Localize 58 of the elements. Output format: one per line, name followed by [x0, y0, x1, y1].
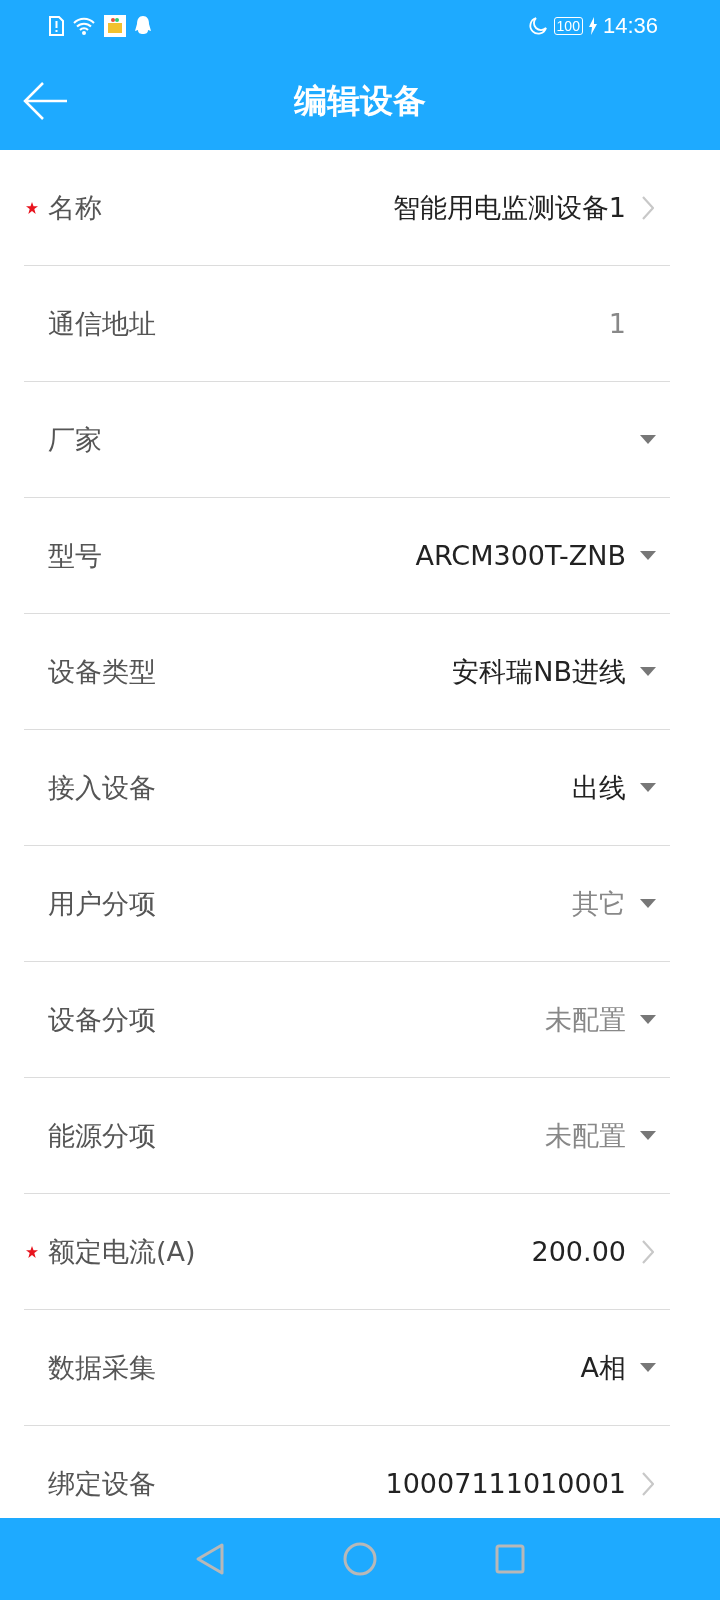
- chevron-right-icon: [642, 1239, 654, 1264]
- field-label: 数据采集: [48, 1350, 156, 1385]
- app-notification-icon: [104, 15, 126, 37]
- form-row[interactable]: 厂家: [24, 382, 670, 498]
- field-label: 能源分项: [48, 1118, 156, 1153]
- field-value: 未配置: [545, 1002, 626, 1037]
- field-value: A相: [580, 1350, 626, 1385]
- dropdown-triangle-icon: [640, 1015, 656, 1024]
- back-nav-icon[interactable]: [195, 1542, 225, 1576]
- form-row[interactable]: 型号 ARCM300T-ZNB: [24, 498, 670, 614]
- back-arrow-icon[interactable]: [22, 81, 68, 121]
- form-row[interactable]: 设备分项 未配置: [24, 962, 670, 1078]
- dropdown-triangle-icon: [640, 1131, 656, 1140]
- charging-icon: [588, 17, 597, 35]
- field-value: 200.00: [531, 1236, 626, 1267]
- field-label: 型号: [48, 538, 102, 573]
- field-value: 10007111010001: [385, 1468, 626, 1499]
- recents-nav-icon[interactable]: [495, 1544, 525, 1574]
- dropdown-triangle-icon: [640, 1363, 656, 1372]
- moon-icon: [527, 16, 548, 36]
- field-label: 设备分项: [48, 1002, 156, 1037]
- clock-time: 14:36: [602, 13, 658, 39]
- field-value: 其它: [572, 886, 626, 921]
- dropdown-triangle-icon: [640, 783, 656, 792]
- field-value: 出线: [572, 770, 626, 805]
- chevron-right-icon: [642, 195, 654, 220]
- field-value: 安科瑞NB进线: [452, 654, 626, 689]
- field-label: 设备类型: [48, 654, 156, 689]
- dropdown-triangle-icon: [640, 551, 656, 560]
- chevron-right-icon: [642, 1471, 654, 1496]
- sim-alert-icon: [48, 16, 64, 36]
- field-value: ARCM300T-ZNB: [415, 540, 626, 571]
- field-label: 名称: [48, 190, 102, 225]
- field-label: 绑定设备: [48, 1466, 156, 1501]
- form-row[interactable]: 额定电流(A) 200.00: [24, 1194, 670, 1310]
- penguin-icon: [134, 15, 152, 37]
- field-label: 通信地址: [48, 306, 156, 341]
- form-row[interactable]: 用户分项 其它: [24, 846, 670, 962]
- dropdown-triangle-icon: [640, 667, 656, 676]
- form-row[interactable]: 设备类型 安科瑞NB进线: [24, 614, 670, 730]
- form-row[interactable]: 能源分项 未配置: [24, 1078, 670, 1194]
- form-row[interactable]: 名称 智能用电监测设备1: [24, 150, 670, 266]
- battery-level: 100: [553, 17, 583, 35]
- form-row[interactable]: 数据采集 A相: [24, 1310, 670, 1426]
- form-row[interactable]: 通信地址 1: [24, 266, 670, 382]
- field-label: 用户分项: [48, 886, 156, 921]
- dropdown-triangle-icon: [640, 899, 656, 908]
- field-value: 1: [608, 308, 626, 339]
- dropdown-triangle-icon: [640, 435, 656, 444]
- field-label: 额定电流(A): [48, 1234, 196, 1269]
- wifi-icon: [72, 16, 96, 36]
- field-value: 智能用电监测设备1: [392, 190, 626, 225]
- field-label: 接入设备: [48, 770, 156, 805]
- field-label: 厂家: [48, 422, 102, 457]
- page-title: 编辑设备: [294, 79, 426, 122]
- form-row[interactable]: 接入设备 出线: [24, 730, 670, 846]
- field-value: 未配置: [545, 1118, 626, 1153]
- home-nav-icon[interactable]: [343, 1542, 377, 1576]
